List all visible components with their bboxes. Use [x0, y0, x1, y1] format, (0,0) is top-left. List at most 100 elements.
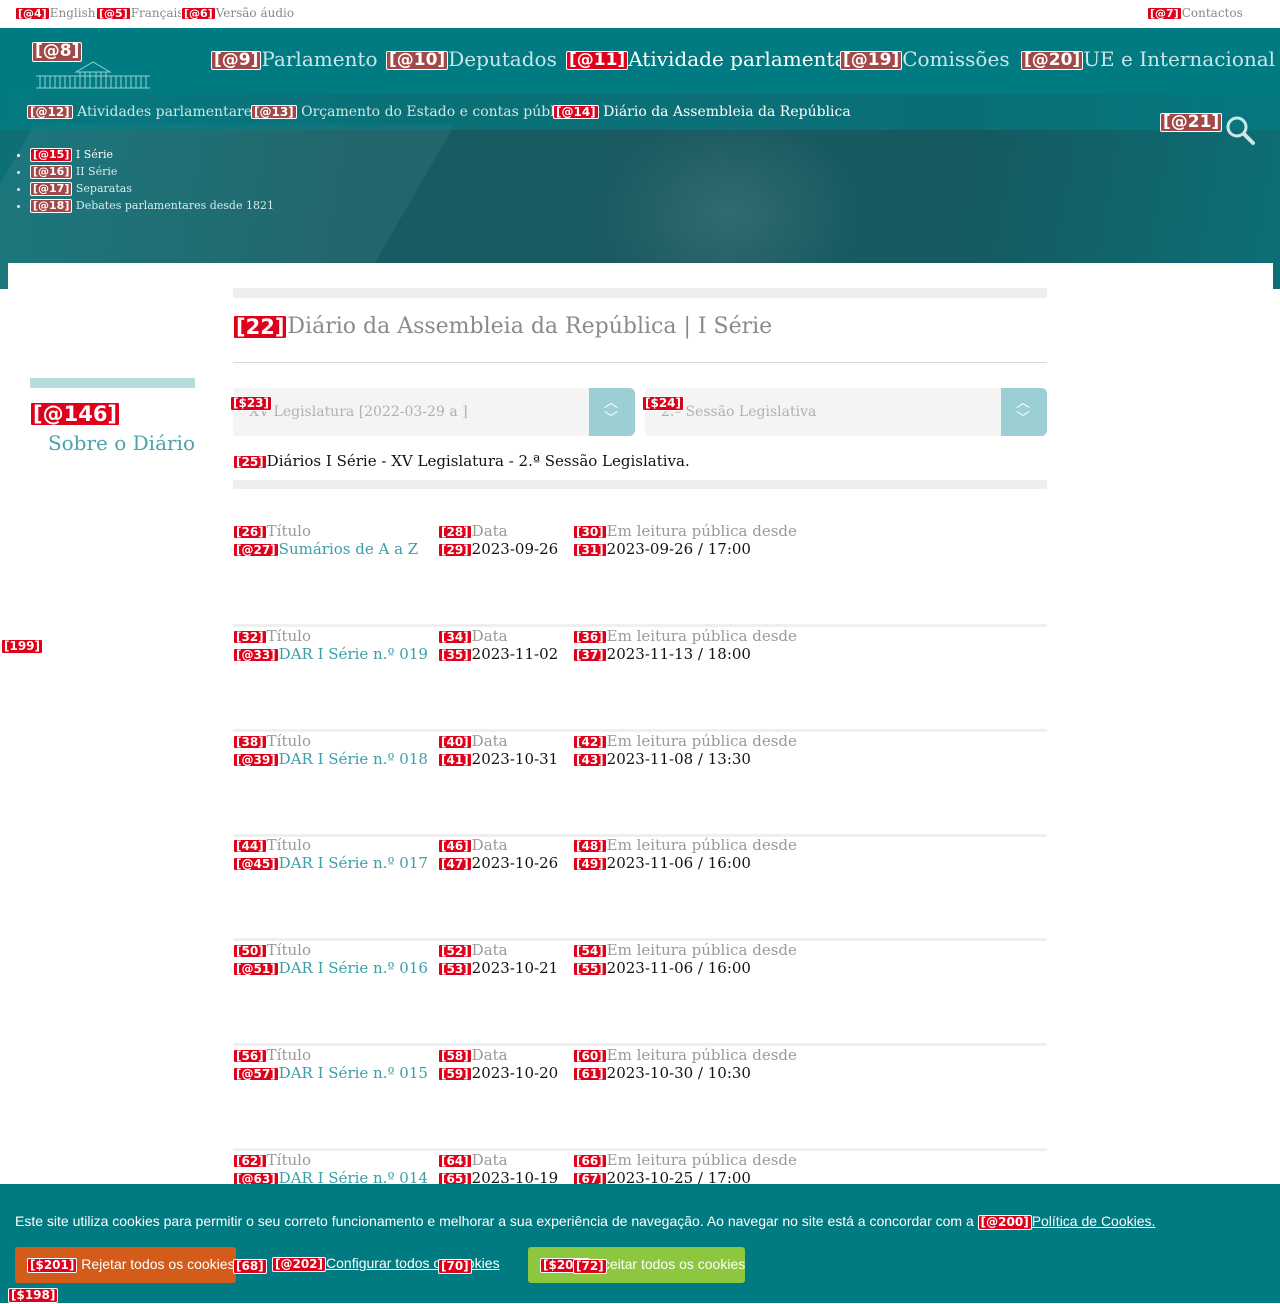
- marker: [54]: [573, 943, 607, 959]
- marker: [@10]: [386, 50, 449, 71]
- marker: [41]: [438, 752, 472, 768]
- accept-cookies-button[interactable]: [$203] Aceitar todos os cookies: [528, 1247, 745, 1283]
- subnav-item-orcamento[interactable]: [@13] Orçamento do Estado e contas públi…: [251, 104, 583, 120]
- marker: [26]: [233, 524, 267, 540]
- chevron-down-icon: ﹀: [1016, 411, 1030, 427]
- aside-marker: [@146]: [30, 402, 121, 427]
- language-english-link[interactable]: [@4] English: [15, 6, 95, 21]
- marker: [53]: [438, 961, 472, 977]
- nav-item-ue-internacional[interactable]: [@20] UE e Internacional: [1021, 47, 1275, 71]
- sessao-select[interactable]: 2.ª Sessão Legislativa [$24] ︿ ﹀: [642, 388, 1047, 436]
- audio-version-link[interactable]: [@6] Versão áudio: [181, 6, 294, 21]
- col-data-label: [34] Data: [438, 627, 508, 645]
- subnav-item-atividades[interactable]: [@12] Atividades parlamentares: [27, 104, 259, 120]
- marker: [62]: [233, 1153, 267, 1169]
- marker: [@57]: [233, 1066, 279, 1082]
- serie-item-i[interactable]: [@15] I Série: [30, 146, 274, 163]
- marker: [47]: [438, 856, 472, 872]
- marker: [@21]: [1160, 112, 1223, 133]
- sub-navigation: [@12] Atividades parlamentares [@13] Orç…: [0, 94, 1280, 130]
- legislatura-select-toggle[interactable]: ︿ ﹀: [589, 388, 635, 436]
- col-titulo-label: [56] Título: [233, 1046, 311, 1064]
- diario-title-link[interactable]: [@45] DAR I Série n.º 017: [233, 854, 428, 872]
- contacts-link[interactable]: [@7] Contactos: [1147, 6, 1243, 21]
- marker: [@5]: [96, 6, 131, 21]
- marker: [@12]: [27, 104, 73, 120]
- side-marker[interactable]: [199]: [1, 636, 44, 655]
- subnav-item-diario[interactable]: [@14] Diário da Assembleia da República: [553, 104, 851, 120]
- sobre-o-diario-link[interactable]: Sobre o Diário: [30, 431, 195, 455]
- search-icon: [1226, 116, 1255, 145]
- marker: [@16]: [30, 165, 73, 179]
- nav-item-parlamento[interactable]: [@9] Parlamento: [211, 47, 378, 71]
- col-titulo-label: [44] Título: [233, 836, 311, 854]
- col-leitura-label: [66] Em leitura pública desde: [573, 1151, 797, 1169]
- serie-item-separatas[interactable]: [@17] Separatas: [30, 180, 274, 197]
- marker: [@11]: [566, 50, 629, 71]
- marker: [56]: [233, 1048, 267, 1064]
- marker: [$201]: [27, 1258, 78, 1273]
- nav-item-comissoes[interactable]: [@19] Comissões: [840, 47, 1010, 71]
- col-titulo-label: [50] Título: [233, 941, 311, 959]
- serie-item-ii[interactable]: [@16] II Série: [30, 163, 274, 180]
- marker: [@15]: [30, 148, 73, 162]
- marker: [@202]: [272, 1257, 327, 1272]
- col-leitura-label: [30] Em leitura pública desde: [573, 522, 797, 540]
- nav-item-atividade-parlamentar[interactable]: [@11] Atividade parlamentar: [566, 47, 856, 71]
- col-leitura-label: [54] Em leitura pública desde: [573, 941, 797, 959]
- marker: [@33]: [233, 647, 279, 663]
- diario-public-since: [31] 2023-09-26 / 17:00: [573, 540, 751, 558]
- marker: [49]: [573, 856, 607, 872]
- search-button[interactable]: [@21]: [1160, 112, 1255, 145]
- marker: [@146]: [30, 402, 121, 427]
- diario-title-link[interactable]: [@57] DAR I Série n.º 015: [233, 1064, 428, 1082]
- marker: [$24]: [642, 396, 685, 411]
- marker: [@4]: [15, 6, 50, 21]
- diario-public-since: [37] 2023-11-13 / 18:00: [573, 645, 751, 663]
- table-row: [50] Título [@51] DAR I Série n.º 016 [52] Da…: [233, 941, 1047, 1046]
- marker: [36]: [573, 629, 607, 645]
- overlap-marker: [68]: [233, 1256, 267, 1275]
- col-titulo-label: [38] Título: [233, 732, 311, 750]
- overlap-marker: [72]: [573, 1256, 607, 1275]
- cookie-policy-link[interactable]: Política de Cookies.: [1032, 1213, 1156, 1229]
- language-french-link[interactable]: [@5] Français: [96, 6, 184, 21]
- cookie-message: Este site utiliza cookies para permitir …: [15, 1213, 1156, 1230]
- nav-item-deputados[interactable]: [@10] Deputados: [386, 47, 557, 71]
- diario-public-since: [49] 2023-11-06 / 16:00: [573, 854, 751, 872]
- main-navigation: [@8] [@9] Parlamento [@10] Deputados [@11]…: [0, 28, 1280, 94]
- list-caption: [25] Diários I Série - XV Legislatura - 2…: [233, 452, 690, 470]
- marker: [199]: [1, 639, 44, 654]
- chevron-up-icon: ︿: [604, 395, 618, 411]
- list-top-bar: [233, 480, 1047, 489]
- diario-title-link[interactable]: [@27] Sumários de A a Z: [233, 540, 418, 558]
- marker: [35]: [438, 647, 472, 663]
- col-data-label: [64] Data: [438, 1151, 508, 1169]
- marker: [@7]: [1147, 6, 1182, 21]
- marker: [58]: [438, 1048, 472, 1064]
- sessao-select-toggle[interactable]: ︿ ﹀: [1001, 388, 1047, 436]
- legislatura-select[interactable]: XV Legislatura [2022-03-29 a ] [$23] ︿ ﹀: [230, 388, 635, 436]
- serie-item-debates[interactable]: [@18] Debates parlamentares desde 1821: [30, 197, 274, 214]
- marker: [64]: [438, 1153, 472, 1169]
- marker: [60]: [573, 1048, 607, 1064]
- marker: [31]: [573, 542, 607, 558]
- diario-date: [29] 2023-09-26: [438, 540, 558, 558]
- marker: [61]: [573, 1066, 607, 1082]
- col-data-label: [46] Data: [438, 836, 508, 854]
- marker: [@8]: [32, 42, 83, 62]
- marker: [32]: [233, 629, 267, 645]
- reject-cookies-button[interactable]: [$201] Rejetar todos os cookies: [15, 1247, 236, 1283]
- logo-link[interactable]: [@8]: [32, 42, 154, 92]
- diario-title-link[interactable]: [@51] DAR I Série n.º 016: [233, 959, 428, 977]
- chevron-up-icon: ︿: [1016, 395, 1030, 411]
- marker: [@13]: [251, 104, 297, 120]
- diario-date: [41] 2023-10-31: [438, 750, 558, 768]
- marker: [@39]: [233, 752, 279, 768]
- diario-title-link[interactable]: [@39] DAR I Série n.º 018: [233, 750, 428, 768]
- diario-title-link[interactable]: [@33] DAR I Série n.º 019: [233, 645, 428, 663]
- table-row: [32] Título [@33] DAR I Série n.º 019 [34] Da…: [233, 627, 1047, 732]
- marker: [59]: [438, 1066, 472, 1082]
- marker: [@19]: [840, 50, 903, 71]
- marker: [@6]: [181, 6, 216, 21]
